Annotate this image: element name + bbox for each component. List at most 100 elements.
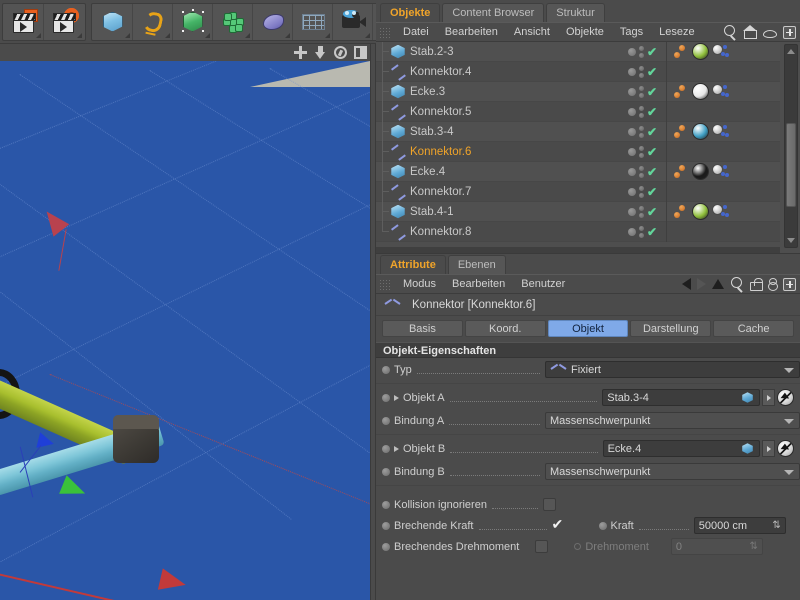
param-dot[interactable] <box>382 393 390 402</box>
enabled-check-icon[interactable]: ✔ <box>647 186 659 198</box>
subtab-basis[interactable]: Basis <box>382 320 463 337</box>
collider-tag-icon[interactable] <box>712 124 729 139</box>
visibility-dot[interactable] <box>628 187 636 196</box>
enabled-check-icon[interactable]: ✔ <box>647 166 659 178</box>
scroll-thumb[interactable] <box>786 123 796 207</box>
menu-bearbeiten[interactable]: Bearbeiten <box>444 278 513 290</box>
visibility-dot[interactable] <box>628 127 636 136</box>
input-kraft[interactable]: 50000 cm ⇅ <box>693 517 786 534</box>
linkfield-objekt-b[interactable]: Ecke.4 <box>602 440 760 457</box>
material-tag-icon[interactable] <box>692 203 709 220</box>
add-icon[interactable] <box>783 277 796 291</box>
camera-button[interactable] <box>333 3 373 40</box>
enabled-check-icon[interactable]: ✔ <box>647 86 659 98</box>
material-tag-icon[interactable] <box>692 163 709 180</box>
visibility-dot[interactable] <box>628 107 636 116</box>
param-dot[interactable] <box>382 467 390 476</box>
maximize-view-icon[interactable] <box>354 46 367 59</box>
dropdown-bindung-b[interactable]: Massenschwerpunkt <box>545 463 800 480</box>
nurbs-button[interactable] <box>173 3 213 40</box>
dropdown-typ[interactable]: Fixiert <box>545 361 800 378</box>
perspective-viewport[interactable] <box>0 44 370 600</box>
table-row[interactable]: Ecke.3 ✔ <box>376 81 780 102</box>
scroll-up-arrow[interactable] <box>786 46 796 57</box>
param-dot[interactable] <box>382 416 390 425</box>
subtab-darstellung[interactable]: Darstellung <box>630 320 712 337</box>
dynamics-tag-icon[interactable] <box>674 164 689 179</box>
expand-arrow-icon[interactable] <box>394 394 399 401</box>
param-dot[interactable] <box>382 521 390 530</box>
scene-button[interactable] <box>293 3 333 40</box>
rotate-view-icon[interactable] <box>334 46 347 59</box>
subtab-koord[interactable]: Koord. <box>464 320 546 337</box>
spinner-icon[interactable]: ⇅ <box>772 520 780 532</box>
menu-ansicht[interactable]: Ansicht <box>506 26 558 38</box>
visibility-toggles[interactable] <box>639 45 644 58</box>
expand-arrow-icon[interactable] <box>394 445 399 452</box>
enabled-check-icon[interactable]: ✔ <box>647 46 659 58</box>
param-dot[interactable] <box>382 444 390 453</box>
table-row[interactable]: Konnektor.8 ✔ <box>376 221 780 242</box>
move-view-icon[interactable] <box>294 46 307 59</box>
checkbox-brechendes-drehmoment[interactable] <box>535 540 549 553</box>
enabled-check-icon[interactable]: ✔ <box>647 66 659 78</box>
linkfield-menu-button[interactable] <box>762 440 775 457</box>
checkbox-kollision-ignorieren[interactable] <box>542 498 556 511</box>
visibility-toggles[interactable] <box>639 85 644 98</box>
back-arrow-icon[interactable] <box>682 278 691 290</box>
cube-primitive-button[interactable] <box>93 3 133 40</box>
tab-ebenen[interactable]: Ebenen <box>447 255 506 274</box>
corner-cube[interactable] <box>113 415 159 463</box>
param-dot[interactable] <box>382 542 390 551</box>
picker-button[interactable] <box>777 389 795 406</box>
collider-tag-icon[interactable] <box>712 164 729 179</box>
object-list-scrollbar[interactable] <box>784 44 798 248</box>
table-row[interactable]: Konnektor.4 ✔ <box>376 61 780 82</box>
tab-objekte[interactable]: Objekte <box>380 3 441 22</box>
visibility-toggles[interactable] <box>639 145 644 158</box>
menu-modus[interactable]: Modus <box>395 278 444 290</box>
enabled-check-icon[interactable]: ✔ <box>647 146 659 158</box>
dynamics-tag-icon[interactable] <box>674 124 689 139</box>
tab-attribute[interactable]: Attribute <box>380 255 446 274</box>
visibility-toggles[interactable] <box>639 165 644 178</box>
visibility-dot[interactable] <box>628 87 636 96</box>
deformer-button[interactable] <box>253 3 293 40</box>
visibility-toggles[interactable] <box>639 65 644 78</box>
spline-button[interactable] <box>133 3 173 40</box>
dynamics-tag-icon[interactable] <box>674 84 689 99</box>
collider-tag-icon[interactable] <box>712 204 729 219</box>
array-button[interactable] <box>213 3 253 40</box>
drag-grip-icon[interactable] <box>379 26 390 38</box>
drag-grip-icon[interactable] <box>379 278 390 290</box>
menu-benutzer[interactable]: Benutzer <box>513 278 573 290</box>
visibility-dot[interactable] <box>628 67 636 76</box>
table-row[interactable]: Ecke.4 ✔ <box>376 161 780 182</box>
linkfield-objekt-a[interactable]: Stab.3-4 <box>602 389 761 406</box>
visibility-dot[interactable] <box>628 147 636 156</box>
visibility-toggles[interactable] <box>639 125 644 138</box>
menu-datei[interactable]: Datei <box>395 26 437 38</box>
user-icon[interactable] <box>767 277 778 291</box>
collider-tag-icon[interactable] <box>712 84 729 99</box>
collider-tag-icon[interactable] <box>712 44 729 59</box>
subtab-objekt[interactable]: Objekt <box>547 320 629 337</box>
visibility-dot[interactable] <box>628 227 636 236</box>
table-row[interactable]: Stab.2-3 ✔ <box>376 42 780 62</box>
checkbox-brechende-kraft[interactable] <box>552 516 565 533</box>
visibility-toggles[interactable] <box>639 185 644 198</box>
visibility-dot[interactable] <box>628 47 636 56</box>
table-row[interactable]: Stab.3-4 ✔ <box>376 121 780 142</box>
tab-content-browser[interactable]: Content Browser <box>442 3 545 22</box>
visibility-toggles[interactable] <box>639 105 644 118</box>
search-icon[interactable] <box>723 25 737 39</box>
table-row[interactable]: Stab.4-1 ✔ <box>376 201 780 222</box>
object-list-hscrollbar[interactable] <box>376 247 780 253</box>
material-tag-icon[interactable] <box>692 83 709 100</box>
enabled-check-icon[interactable]: ✔ <box>647 206 659 218</box>
up-arrow-icon[interactable] <box>712 279 724 289</box>
visibility-toggles[interactable] <box>639 225 644 238</box>
material-tag-icon[interactable] <box>692 123 709 140</box>
visibility-dot[interactable] <box>628 207 636 216</box>
picker-button[interactable] <box>777 440 794 457</box>
